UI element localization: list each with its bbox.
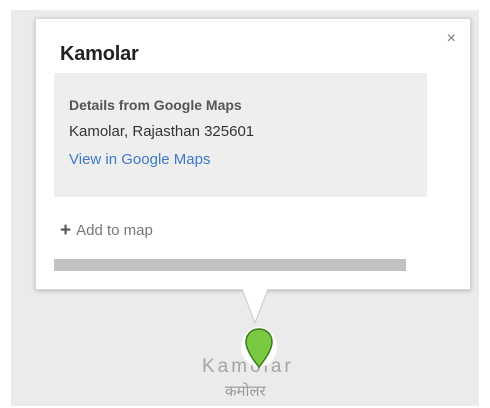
popup-pointer <box>242 289 268 325</box>
view-in-google-maps-link[interactable]: View in Google Maps <box>69 151 210 168</box>
place-address: Kamolar, Rajasthan 325601 <box>69 123 255 140</box>
location-marker-icon[interactable] <box>240 325 278 379</box>
plus-icon: + <box>60 219 72 241</box>
add-to-map-button[interactable]: + Add to map <box>60 219 153 241</box>
close-icon[interactable]: × <box>447 31 456 47</box>
place-info-popup: Kamolar × Details from Google Maps Kamol… <box>35 18 471 290</box>
add-to-map-label: Add to map <box>76 222 153 239</box>
google-maps-details: Details from Google Maps Kamolar, Rajast… <box>54 73 427 197</box>
details-heading: Details from Google Maps <box>69 97 242 113</box>
horizontal-scrollbar[interactable] <box>54 259 406 271</box>
map-place-label-local: कमोलर <box>225 383 266 400</box>
popup-title: Kamolar <box>60 43 139 65</box>
